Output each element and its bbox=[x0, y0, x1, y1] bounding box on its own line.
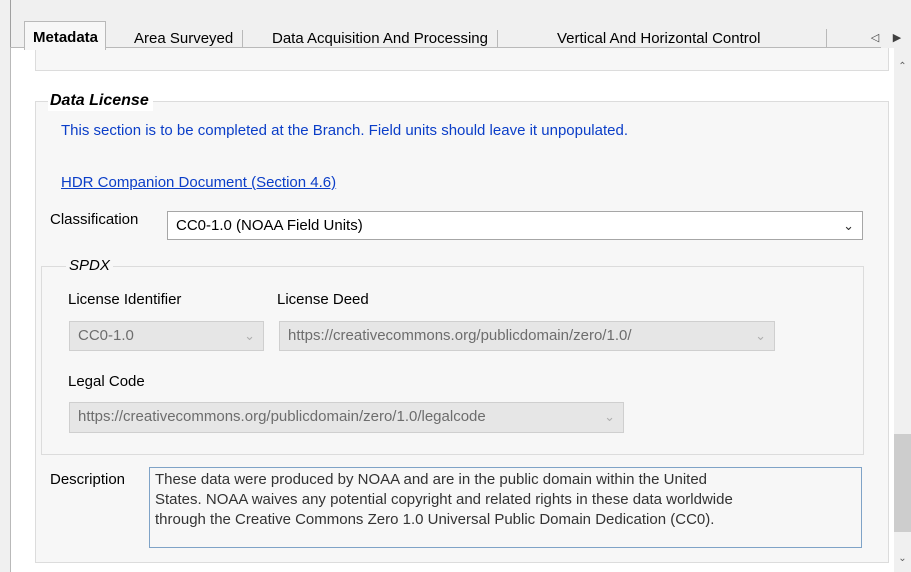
description-textarea[interactable]: These data were produced by NOAA and are… bbox=[149, 467, 862, 548]
tab-strip: Metadata Area Surveyed Data Acquisition … bbox=[10, 0, 911, 50]
tab-area-surveyed[interactable]: Area Surveyed bbox=[126, 29, 244, 49]
tab-data-acquisition-and-processing[interactable]: Data Acquisition And Processing bbox=[264, 29, 498, 49]
metadata-panel: Data License This section is to be compl… bbox=[10, 48, 894, 572]
description-label: Description bbox=[50, 471, 126, 488]
vertical-scrollbar[interactable]: ⌃ ⌄ bbox=[894, 48, 911, 572]
spdx-title: SPDX bbox=[66, 256, 113, 276]
license-identifier-value: CC0-1.0 bbox=[78, 327, 134, 344]
legal-code-label: Legal Code bbox=[68, 373, 145, 390]
license-identifier-select[interactable]: CC0-1.0 ⌄ bbox=[69, 321, 264, 351]
license-deed-value: https://creativecommons.org/publicdomain… bbox=[288, 327, 632, 344]
previous-group-box bbox=[35, 48, 889, 71]
legal-code-select[interactable]: https://creativecommons.org/publicdomain… bbox=[69, 402, 624, 433]
branch-note: This section is to be completed at the B… bbox=[61, 122, 629, 139]
description-line: through the Creative Commons Zero 1.0 Un… bbox=[155, 511, 715, 528]
chevron-down-icon: ⌄ bbox=[755, 328, 766, 343]
classification-label: Classification bbox=[50, 211, 139, 228]
license-deed-label: License Deed bbox=[277, 291, 369, 308]
license-identifier-label: License Identifier bbox=[68, 291, 182, 308]
hdr-companion-document-link[interactable]: HDR Companion Document (Section 4.6) bbox=[61, 173, 336, 193]
description-line: States. NOAA waives any potential copyri… bbox=[155, 491, 733, 508]
scroll-down-icon[interactable]: ⌄ bbox=[894, 550, 911, 567]
scrollbar-thumb[interactable] bbox=[894, 434, 911, 532]
tab-metadata[interactable]: Metadata bbox=[24, 21, 107, 50]
triangle-right-icon[interactable]: ▶ bbox=[890, 28, 904, 48]
tab-vertical-and-horizontal-control[interactable]: Vertical And Horizontal Control bbox=[549, 29, 768, 49]
chevron-down-icon: ⌄ bbox=[604, 409, 615, 424]
classification-value: CC0-1.0 (NOAA Field Units) bbox=[176, 217, 363, 234]
chevron-down-icon: ⌄ bbox=[244, 328, 255, 343]
chevron-down-icon: ⌄ bbox=[843, 218, 854, 233]
classification-select[interactable]: CC0-1.0 (NOAA Field Units) ⌄ bbox=[167, 211, 863, 240]
description-line: These data were produced by NOAA and are… bbox=[155, 471, 707, 488]
data-license-title: Data License bbox=[48, 91, 153, 111]
tab-separator bbox=[826, 29, 827, 47]
scroll-up-icon[interactable]: ⌃ bbox=[894, 58, 911, 75]
legal-code-value: https://creativecommons.org/publicdomain… bbox=[78, 408, 486, 425]
license-deed-select[interactable]: https://creativecommons.org/publicdomain… bbox=[279, 321, 775, 351]
triangle-left-icon[interactable]: ◁ bbox=[868, 28, 882, 48]
